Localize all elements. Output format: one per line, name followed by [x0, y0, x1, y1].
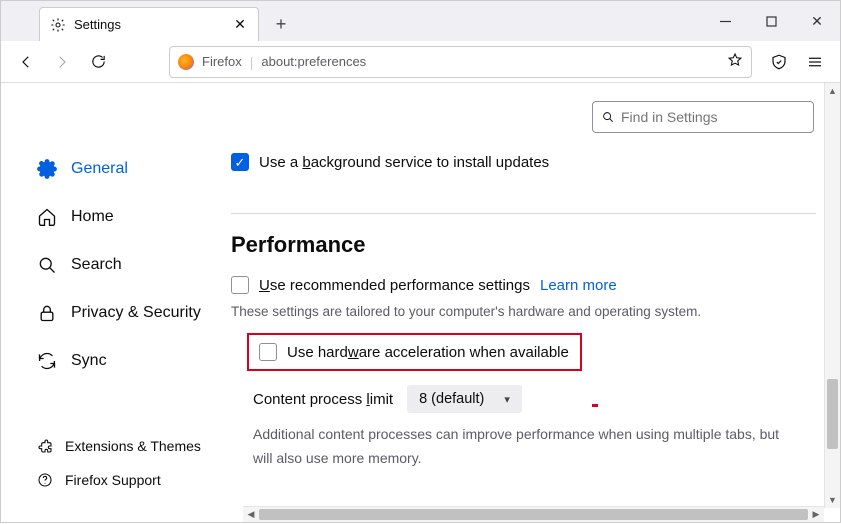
process-limit-desc: Additional content processes can improve… — [253, 423, 793, 471]
bookmark-star-icon[interactable] — [727, 52, 743, 71]
sidebar-item-label: General — [71, 160, 128, 178]
option-label: Use hardware acceleration when available — [287, 344, 569, 361]
forward-button[interactable] — [47, 47, 77, 77]
settings-main-panel: Use a background service to install upda… — [231, 133, 840, 524]
scroll-down-button[interactable]: ▼ — [825, 492, 840, 508]
option-label: Use a background service to install upda… — [259, 154, 549, 171]
browser-tab[interactable]: Settings ✕ — [39, 7, 259, 41]
titlebar: Settings ✕ + ✕ — [1, 1, 840, 41]
content-process-limit-row: Content process limit 8 (default) ▾ — [253, 385, 816, 413]
sidebar-item-general[interactable]: General — [33, 151, 231, 187]
sync-icon — [37, 351, 57, 371]
new-tab-button[interactable]: + — [267, 10, 295, 38]
checkbox-background-updates[interactable] — [231, 153, 249, 171]
learn-more-link[interactable]: Learn more — [540, 277, 617, 294]
urlbar-text: about:preferences — [261, 54, 366, 69]
find-settings-box[interactable] — [592, 101, 814, 133]
checkbox-hw-accel[interactable] — [259, 343, 277, 361]
help-icon — [37, 472, 53, 488]
sidebar-item-home[interactable]: Home — [33, 199, 231, 235]
close-window-button[interactable]: ✕ — [794, 1, 840, 41]
sidebar-bottom-label: Firefox Support — [65, 472, 161, 488]
sidebar-extensions-themes[interactable]: Extensions & Themes — [37, 432, 201, 460]
back-button[interactable] — [11, 47, 41, 77]
checkbox-recommended-perf[interactable] — [231, 276, 249, 294]
chevron-down-icon: ▾ — [504, 393, 510, 406]
sidebar-bottom-label: Extensions & Themes — [65, 438, 201, 454]
perf-hint: These settings are tailored to your comp… — [231, 304, 816, 319]
hw-accel-option[interactable]: Use hardware acceleration when available — [259, 343, 570, 361]
sidebar-item-privacy[interactable]: Privacy & Security — [33, 295, 231, 331]
scroll-thumb[interactable] — [827, 379, 838, 449]
vertical-scrollbar[interactable]: ▲ ▼ — [824, 83, 840, 508]
sidebar-item-label: Sync — [71, 352, 107, 370]
option-label: Use recommended performance settings — [259, 277, 530, 294]
sidebar-firefox-support[interactable]: Firefox Support — [37, 466, 201, 494]
scroll-right-button[interactable]: ▶ — [808, 507, 824, 522]
urlbar-separator: | — [250, 54, 254, 70]
nav-toolbar: Firefox | about:preferences — [1, 41, 840, 83]
updates-background-option[interactable]: Use a background service to install upda… — [231, 153, 816, 171]
scroll-thumb[interactable] — [259, 509, 808, 520]
scroll-up-button[interactable]: ▲ — [825, 83, 840, 99]
gear-icon — [50, 17, 66, 33]
annotation-marker — [592, 404, 598, 407]
recommended-perf-option[interactable]: Use recommended performance settings Lea… — [231, 276, 816, 294]
gear-icon — [37, 159, 57, 179]
find-settings-input[interactable] — [621, 109, 805, 125]
sidebar-item-sync[interactable]: Sync — [33, 343, 231, 379]
firefox-logo-icon — [178, 54, 194, 70]
hw-accel-highlight: Use hardware acceleration when available — [247, 333, 582, 371]
settings-content: General Home Search Privacy & Security S… — [1, 83, 840, 524]
urlbar-context: Firefox — [202, 54, 242, 69]
sidebar-item-label: Search — [71, 256, 122, 274]
sidebar-item-search[interactable]: Search — [33, 247, 231, 283]
content-process-limit-select[interactable]: 8 (default) ▾ — [407, 385, 522, 413]
scroll-left-button[interactable]: ◀ — [243, 507, 259, 522]
performance-section-title: Performance — [231, 232, 816, 258]
sidebar-item-label: Privacy & Security — [71, 304, 201, 322]
search-icon — [37, 255, 57, 275]
sidebar-item-label: Home — [71, 208, 114, 226]
home-icon — [37, 207, 57, 227]
option-label: Content process limit — [253, 391, 393, 408]
tab-close-button[interactable]: ✕ — [232, 16, 248, 33]
shield-button[interactable] — [764, 47, 794, 77]
settings-sidebar: General Home Search Privacy & Security S… — [1, 133, 231, 524]
horizontal-scrollbar[interactable]: ◀ ▶ — [243, 506, 824, 522]
lock-icon — [37, 303, 57, 323]
puzzle-icon — [37, 438, 53, 454]
url-bar[interactable]: Firefox | about:preferences — [169, 46, 752, 78]
search-icon — [601, 110, 615, 124]
section-separator — [231, 213, 816, 214]
app-menu-button[interactable] — [800, 47, 830, 77]
reload-button[interactable] — [83, 47, 113, 77]
minimize-button[interactable] — [702, 1, 748, 41]
maximize-button[interactable] — [748, 1, 794, 41]
tab-label: Settings — [74, 17, 224, 32]
select-value: 8 (default) — [419, 391, 484, 407]
